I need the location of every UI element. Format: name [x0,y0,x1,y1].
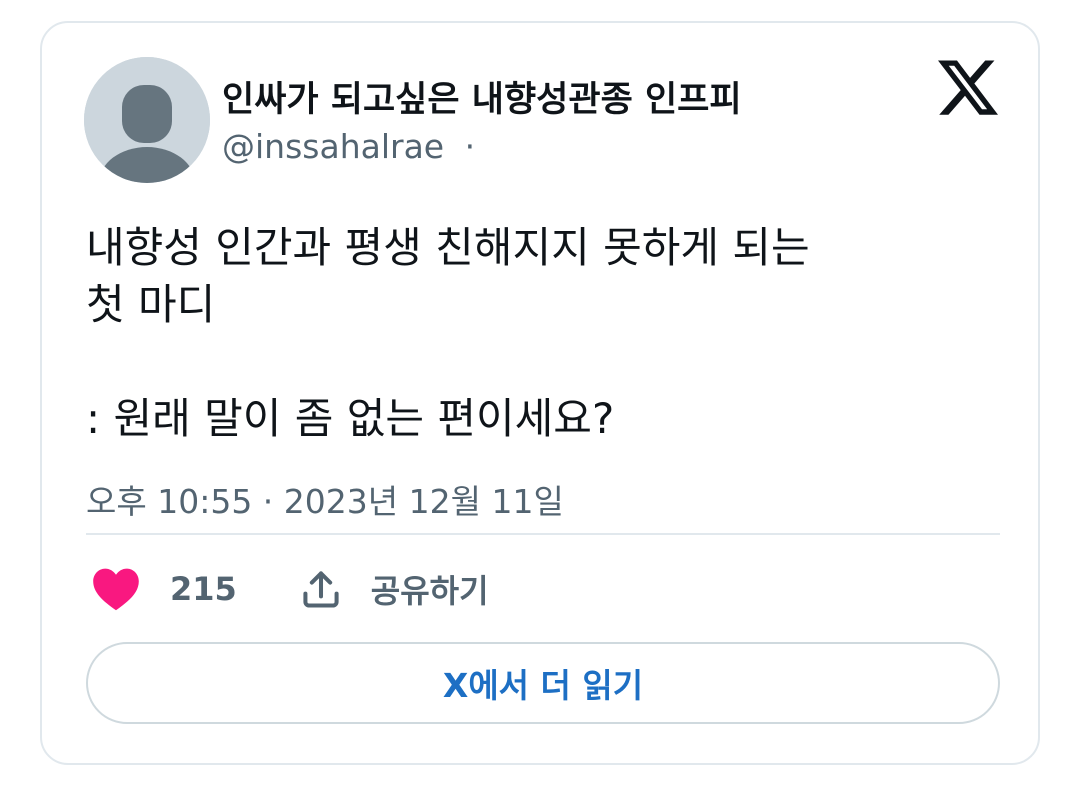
share-label[interactable]: 공유하기 [371,566,489,612]
tweet-text-blank-line [86,333,986,390]
heart-icon[interactable] [92,567,140,611]
read-more-button[interactable]: X에서 더 읽기 [86,642,1000,724]
default-avatar-icon [84,57,210,183]
tweet-text: 내향성 인간과 평생 친해지지 못하게 되는 첫 마디 : 원래 말이 좀 없는… [86,219,986,447]
tweet-text-line: 첫 마디 [86,280,216,329]
tweet-text-line: : 원래 말이 좀 없는 편이세요? [86,394,615,443]
share-icon[interactable] [299,567,343,611]
tweet-timestamp[interactable]: 오후 10:55 · 2023년 12월 11일 [86,475,564,523]
like-count[interactable]: 215 [170,570,237,608]
author-handle[interactable]: @inssahalrae [222,127,444,166]
tweet-card: 인싸가 되고싶은 내향성관종 인프피 @inssahalrae · 내향성 인간… [40,21,1040,765]
handle-separator: · [464,127,476,166]
avatar[interactable] [84,57,210,183]
tweet-text-line: 내향성 인간과 평생 친해지지 못하게 되는 [86,223,810,272]
author-display-name[interactable]: 인싸가 되고싶은 내향성관종 인프피 [222,71,742,122]
action-bar: 215 공유하기 [92,563,489,615]
x-logo-icon[interactable] [938,60,998,116]
author-handle-row: @inssahalrae · [222,127,475,166]
read-more-label: X에서 더 읽기 [442,666,644,705]
divider [86,533,1000,535]
